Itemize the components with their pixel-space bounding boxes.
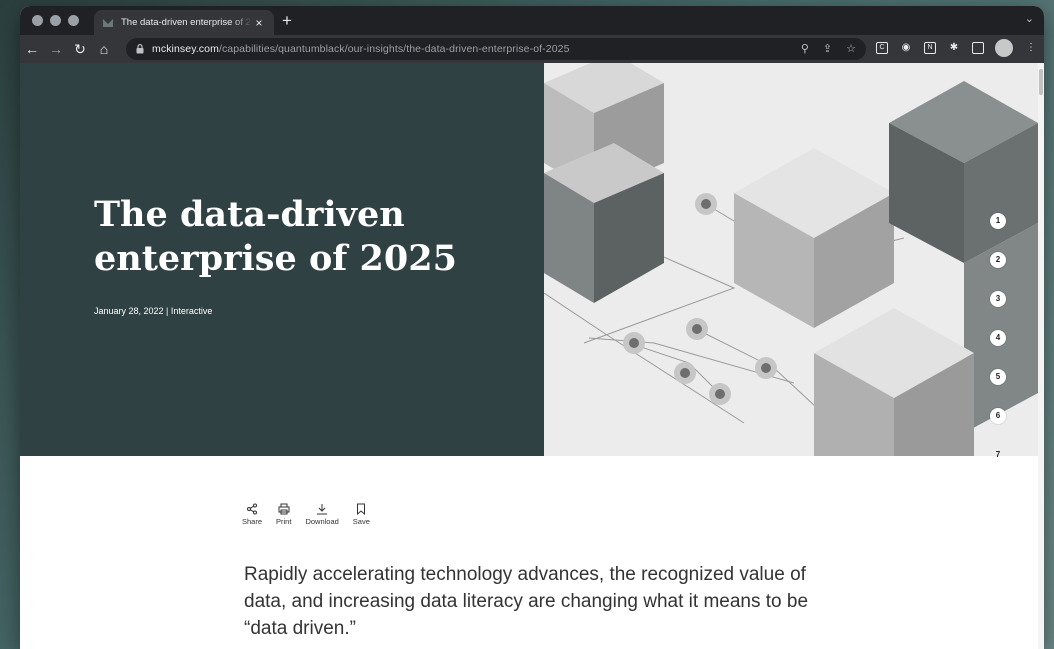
url-host: mckinsey.com [152,43,219,55]
step-2[interactable]: 2 [990,252,1006,268]
web-page: The data-driven enterprise of 2025 Janua… [20,63,1044,649]
window-controls [32,15,79,26]
download-button[interactable]: Download [305,503,339,526]
share-button[interactable]: Share [242,503,262,526]
profile-avatar[interactable] [995,39,1013,57]
browser-toolbar: ← → ↻ ⌂ mckinsey.com/capabilities/quantu… [20,35,1044,63]
home-icon[interactable]: ⌂ [92,41,116,57]
page-scrollbar[interactable] [1038,63,1044,649]
print-label: Print [276,517,292,526]
step-6[interactable]: 6 [990,408,1006,424]
article-meta: January 28, 2022 | Interactive [94,306,213,316]
close-window-button[interactable] [32,15,43,26]
tab-title: The data-driven enterprise of 2025 [121,17,252,28]
hero-illustration [544,63,1038,456]
step-5[interactable]: 5 [990,369,1006,385]
side-panel-icon[interactable] [972,42,984,54]
minimize-window-button[interactable] [50,15,61,26]
save-label: Save [352,517,370,526]
step-3[interactable]: 3 [990,291,1006,307]
tab-active[interactable]: The data-driven enterprise of 2025 × [94,10,274,35]
zoom-search-icon[interactable]: ⚲ [801,42,809,55]
lock-icon[interactable] [136,44,144,54]
address-bar[interactable]: mckinsey.com/capabilities/quantumblack/o… [126,38,866,60]
download-icon [317,504,328,515]
omnibox-actions: ⚲ ⇪ ☆ [801,42,856,55]
tab-strip: The data-driven enterprise of 2025 × + ⌄ [20,6,1044,35]
url-text[interactable]: mckinsey.com/capabilities/quantumblack/o… [152,43,570,55]
new-tab-button[interactable]: + [282,11,292,31]
extension-notion-icon[interactable]: N [924,42,936,54]
extensions-area: C ◉ N ✱ ⋮ [876,39,1038,57]
extension-c-icon[interactable]: C [876,42,888,54]
url-path: /capabilities/quantumblack/our-insights/… [218,43,570,55]
step-7[interactable]: 7 [990,447,1006,463]
article-lede: Rapidly accelerating technology advances… [244,564,809,639]
browser-window: The data-driven enterprise of 2025 × + ⌄… [20,6,1044,649]
share-page-icon[interactable]: ⇪ [823,42,832,55]
section-stepper: 1 2 3 4 5 6 7 [990,213,1006,463]
cubes-network-illustration [544,63,1038,456]
back-arrow-icon[interactable]: ← [20,41,44,57]
article-actions: Share Print Download Save [242,503,370,526]
maximize-window-button[interactable] [68,15,79,26]
share-label: Share [242,517,263,526]
bookmark-icon [357,503,366,515]
tab-search-chevron-icon[interactable]: ⌄ [1025,12,1034,25]
save-button[interactable]: Save [353,503,370,526]
print-button[interactable]: Print [276,503,291,526]
print-icon [278,503,290,515]
download-label: Download [305,517,339,526]
share-icon [247,503,257,515]
reload-icon[interactable]: ↻ [68,41,92,58]
step-4[interactable]: 4 [990,330,1006,346]
extension-password-icon[interactable]: ◉ [899,41,913,55]
step-1[interactable]: 1 [990,213,1006,229]
mckinsey-favicon-icon [102,16,114,29]
tab-close-icon[interactable]: × [252,16,266,30]
browser-menu-icon[interactable]: ⋮ [1024,41,1038,55]
hero-banner: The data-driven enterprise of 2025 Janua… [20,63,544,456]
page-title: The data-driven enterprise of 2025 [94,194,457,279]
forward-arrow-icon[interactable]: → [44,41,68,57]
scrollbar-thumb[interactable] [1039,69,1043,95]
extensions-puzzle-icon[interactable]: ✱ [947,41,961,55]
bookmark-star-icon[interactable]: ☆ [846,42,856,55]
